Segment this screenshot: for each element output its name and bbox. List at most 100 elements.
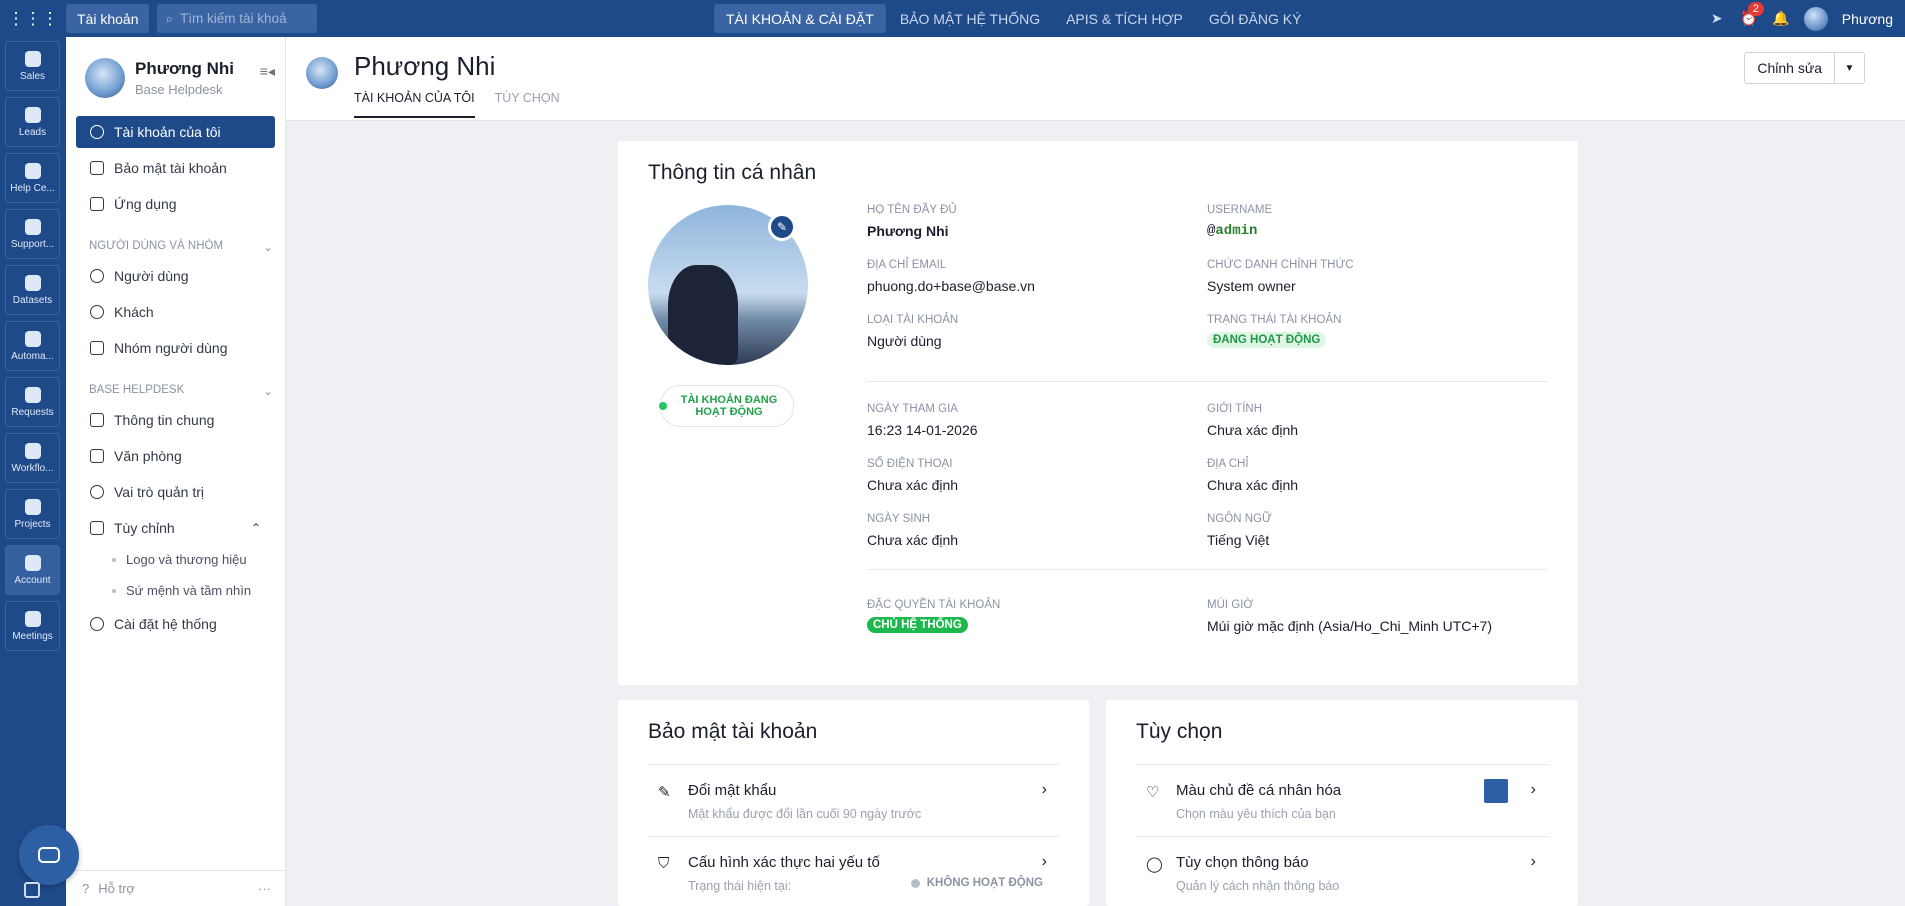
edit-button[interactable]: Chỉnh sửa ▼ (1744, 52, 1865, 84)
bell-icon[interactable]: 🔔 (1772, 10, 1790, 28)
sidebar-item-general-info[interactable]: Thông tin chung (76, 404, 275, 436)
card-title: Thông tin cá nhân (648, 161, 817, 184)
rail-datasets[interactable]: Datasets (5, 265, 60, 315)
chat-launcher-button[interactable] (19, 825, 79, 885)
rail-help-center[interactable]: Help Ce... (5, 153, 60, 203)
avatar (306, 57, 338, 89)
field-gender: GIỚI TÍNH Chưa xác định (1207, 403, 1299, 438)
chevron-down-icon: ⌄ (263, 386, 273, 398)
sidebar-item-admin-roles[interactable]: Vai trò quản trị (76, 476, 275, 508)
apps-icon (90, 197, 104, 211)
gear-icon (90, 617, 104, 631)
rail-leads[interactable]: Leads (5, 97, 60, 147)
tab-apis-integrations[interactable]: APIS & TÍCH HỢP (1054, 4, 1195, 33)
chevron-down-icon: ⌄ (263, 242, 273, 254)
sidebar-item-my-account[interactable]: Tài khoản của tôi (76, 116, 275, 148)
help-center-icon (24, 162, 41, 179)
tab-account-settings[interactable]: TÀI KHOẢN & CÀI ĐẶT (714, 4, 886, 33)
sidebar-item-users[interactable]: Người dùng (76, 260, 275, 292)
divider (867, 569, 1547, 570)
sidebar-footer: ? Hỗ trợ ··· (66, 870, 285, 906)
office-icon (90, 449, 104, 463)
collapse-sidebar-icon[interactable]: ≡◂ (260, 63, 275, 80)
sidebar-item-offices[interactable]: Văn phòng (76, 440, 275, 472)
notification-options-row[interactable]: ◯ Tùy chọn thông báo Quản lý cách nhận t… (1136, 836, 1548, 906)
top-right-tools: ➤ ⏰ 2 🔔 Phương (1708, 0, 1905, 37)
status-badge: TÀI KHOẢN ĐANG HOẠT ĐỘNG (659, 385, 794, 427)
bullet-dot (112, 588, 116, 593)
chat-bubble-icon: ◯ (1146, 856, 1163, 873)
edit-button-label: Chỉnh sửa (1757, 60, 1822, 76)
more-icon[interactable]: ··· (258, 881, 271, 896)
page-header: Phương Nhi TÀI KHOẢN CỦA TÔI TÙY CHỌN Ch… (286, 37, 1905, 121)
section-base-helpdesk[interactable]: BASE HELPDESK ⌄ (89, 384, 285, 398)
rail-account[interactable]: Account (5, 545, 60, 595)
user-name[interactable]: Phương (1842, 11, 1893, 27)
tab-system-security[interactable]: BẢO MẬT HỆ THỐNG (888, 4, 1052, 33)
chevron-up-icon: ⌃ (250, 521, 261, 535)
field-joined: NGÀY THAM GIA 16:23 14-01-2026 (867, 403, 978, 438)
security-card: Bảo mật tài khoản ✎ Đổi mật khẩu Mật khẩ… (618, 700, 1089, 906)
page-title: Phương Nhi (354, 51, 496, 81)
pencil-icon: ✎ (658, 784, 671, 801)
heart-icon: ♡ (1146, 784, 1160, 801)
user-avatar[interactable] (1803, 6, 1828, 31)
sidebar-item-apps[interactable]: Ứng dụng (76, 188, 275, 220)
change-password-row[interactable]: ✎ Đổi mật khẩu Mật khẩu được đổi lần cuố… (648, 764, 1059, 836)
chevron-right-icon: › (1041, 853, 1047, 870)
field-language: NGÔN NGỮ Tiếng Việt (1207, 513, 1272, 548)
sidebar-item-account-security[interactable]: Bảo mật tài khoản (76, 152, 275, 184)
support-link[interactable]: Hỗ trợ (98, 881, 135, 896)
theme-color-row[interactable]: ♡ Màu chủ đề cá nhân hóa Chọn màu yêu th… (1136, 764, 1548, 836)
user-icon (90, 125, 104, 139)
rail-workflow[interactable]: Workflo... (5, 433, 60, 483)
two-factor-row[interactable]: ⛉ Cấu hình xác thực hai yếu tố Trạng thá… (648, 836, 1059, 906)
rail-projects[interactable]: Projects (5, 489, 60, 539)
leads-icon (24, 106, 41, 123)
field-fullname: HỌ TÊN ĐẦY ĐỦ Phương Nhi (867, 204, 957, 239)
pencil-icon: ✎ (776, 220, 788, 234)
group-icon (90, 341, 104, 355)
sidebar-item-guests[interactable]: Khách (76, 296, 275, 328)
rail-sales[interactable]: Sales (5, 41, 60, 91)
support-icon (24, 218, 41, 235)
rail-meetings[interactable]: Meetings (5, 601, 60, 651)
sidebar-subitem-mission[interactable]: Sứ mệnh và tầm nhìn (112, 575, 285, 606)
shield-off-icon: ⛉ (658, 855, 670, 872)
apps-grid-icon[interactable] (24, 882, 40, 898)
rail-automation[interactable]: Automa... (5, 321, 60, 371)
field-address: ĐỊA CHỈ Chưa xác định (1207, 458, 1299, 493)
sidebar-item-system-settings[interactable]: Cài đặt hệ thống (76, 608, 275, 640)
tab-options[interactable]: TÙY CHỌN (495, 91, 560, 118)
sidebar-org: Base Helpdesk (135, 82, 223, 97)
field-account-status: TRẠNG THÁI TÀI KHOẢN ĐANG HOẠT ĐỘNG (1207, 314, 1342, 348)
sidebar-subitem-logo[interactable]: Logo và thương hiệu (112, 544, 285, 575)
workflow-icon (24, 442, 41, 459)
section-users-groups[interactable]: NGƯỜI DÙNG VÀ NHÓM ⌄ (89, 240, 285, 254)
field-dob: NGÀY SINH Chưa xác định (867, 513, 959, 548)
rail-requests[interactable]: Requests (5, 377, 60, 427)
theme-color-swatch[interactable] (1484, 779, 1508, 803)
sidebar: Phương Nhi Base Helpdesk ≡◂ Tài khoản củ… (66, 37, 286, 906)
edit-photo-button[interactable]: ✎ (768, 213, 796, 241)
photo-figure (668, 265, 738, 365)
send-icon[interactable]: ➤ (1708, 10, 1726, 28)
tab-my-account[interactable]: TÀI KHOẢN CỦA TÔI (354, 91, 475, 118)
field-privilege: ĐẶC QUYỀN TÀI KHOẢN CHỦ HỆ THỐNG (867, 599, 1001, 633)
sidebar-item-user-groups[interactable]: Nhóm người dùng (76, 332, 275, 364)
meetings-icon (24, 610, 41, 627)
account-switch-button[interactable]: Tài khoản (66, 4, 150, 33)
chevron-right-icon: › (1041, 781, 1047, 798)
search-input[interactable]: ⌕ Tìm kiếm tài khoả (157, 4, 318, 33)
app-rail: Sales Leads Help Ce... Support... Datase… (0, 37, 66, 906)
alarm-icon[interactable]: ⏰ 2 (1740, 1, 1764, 28)
tab-subscription[interactable]: GÓI ĐĂNG KÝ (1197, 4, 1314, 33)
app-grid-icon[interactable]: ⋮⋮⋮ (0, 0, 66, 37)
sidebar-item-customize[interactable]: Tùy chỉnh ⌃ (76, 512, 275, 544)
rail-support[interactable]: Support... (5, 209, 60, 259)
divider (867, 381, 1547, 382)
field-account-type: LOẠI TÀI KHOẢN Người dùng (867, 314, 959, 349)
chevron-down-icon[interactable]: ▼ (1834, 53, 1864, 83)
page-tabs: TÀI KHOẢN CỦA TÔI TÙY CHỌN (354, 91, 560, 118)
chevron-right-icon: › (1530, 781, 1536, 798)
